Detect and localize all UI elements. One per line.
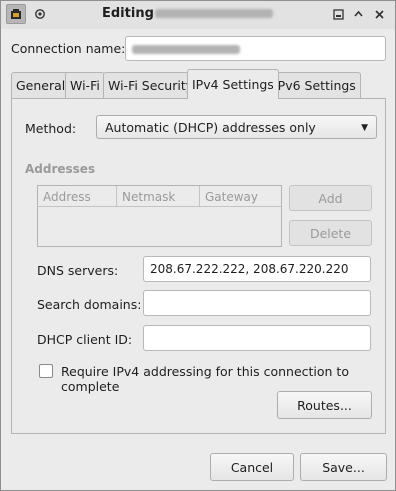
method-value: Automatic (DHCP) addresses only xyxy=(105,120,316,135)
routes-button[interactable]: Routes... xyxy=(277,391,372,419)
close-icon[interactable] xyxy=(369,4,389,24)
require-ipv4-checkbox[interactable] xyxy=(39,364,53,378)
column-header-address[interactable]: Address xyxy=(38,186,117,207)
connection-name-label: Connection name: xyxy=(11,41,126,56)
dns-servers-input[interactable]: 208.67.222.222, 208.67.220.220 xyxy=(143,256,371,282)
tab-ipv6-settings[interactable]: IPv6 Settings xyxy=(269,72,361,98)
dhcp-client-id-label: DHCP client ID: xyxy=(37,332,133,347)
column-header-gateway[interactable]: Gateway xyxy=(200,186,281,207)
edit-connection-dialog: Editing Connection name: General Wi-Fi W… xyxy=(0,0,396,491)
addresses-section-title: Addresses xyxy=(25,162,96,176)
dhcp-client-id-input[interactable] xyxy=(143,325,371,351)
cancel-button[interactable]: Cancel xyxy=(210,453,294,481)
dropdown-arrow-icon: ▼ xyxy=(361,123,368,133)
add-address-button[interactable]: Add xyxy=(289,185,372,211)
tab-wifi[interactable]: Wi-Fi xyxy=(65,72,105,98)
method-dropdown[interactable]: Automatic (DHCP) addresses only ▼ xyxy=(96,115,377,139)
redacted-name xyxy=(154,9,273,18)
delete-address-button[interactable]: Delete xyxy=(289,220,372,246)
search-domains-input[interactable] xyxy=(143,290,371,316)
app-icon[interactable] xyxy=(6,4,26,24)
maximize-icon[interactable] xyxy=(348,4,368,24)
tab-general[interactable]: General xyxy=(11,72,71,98)
pin-icon[interactable] xyxy=(30,4,50,24)
search-domains-label: Search domains: xyxy=(37,297,142,312)
tab-wifi-security[interactable]: Wi-Fi Security xyxy=(103,72,199,98)
dns-servers-label: DNS servers: xyxy=(37,263,119,278)
connection-name-input[interactable] xyxy=(125,36,386,61)
column-header-netmask[interactable]: Netmask xyxy=(117,186,200,207)
window-title: Editing xyxy=(102,6,273,21)
tab-ipv4-settings[interactable]: IPv4 Settings xyxy=(187,69,279,99)
save-button[interactable]: Save... xyxy=(300,453,387,481)
window-title-text: Editing xyxy=(102,6,154,21)
title-bar[interactable]: Editing xyxy=(1,1,395,29)
minimize-icon[interactable] xyxy=(328,4,348,24)
redacted-connection-name xyxy=(132,45,240,54)
method-label: Method: xyxy=(25,121,77,136)
ipv4-settings-panel: Method: Automatic (DHCP) addresses only … xyxy=(11,98,386,434)
addresses-table[interactable]: Address Netmask Gateway xyxy=(37,185,282,247)
require-ipv4-label[interactable]: Require IPv4 addressing for this connect… xyxy=(61,364,385,394)
